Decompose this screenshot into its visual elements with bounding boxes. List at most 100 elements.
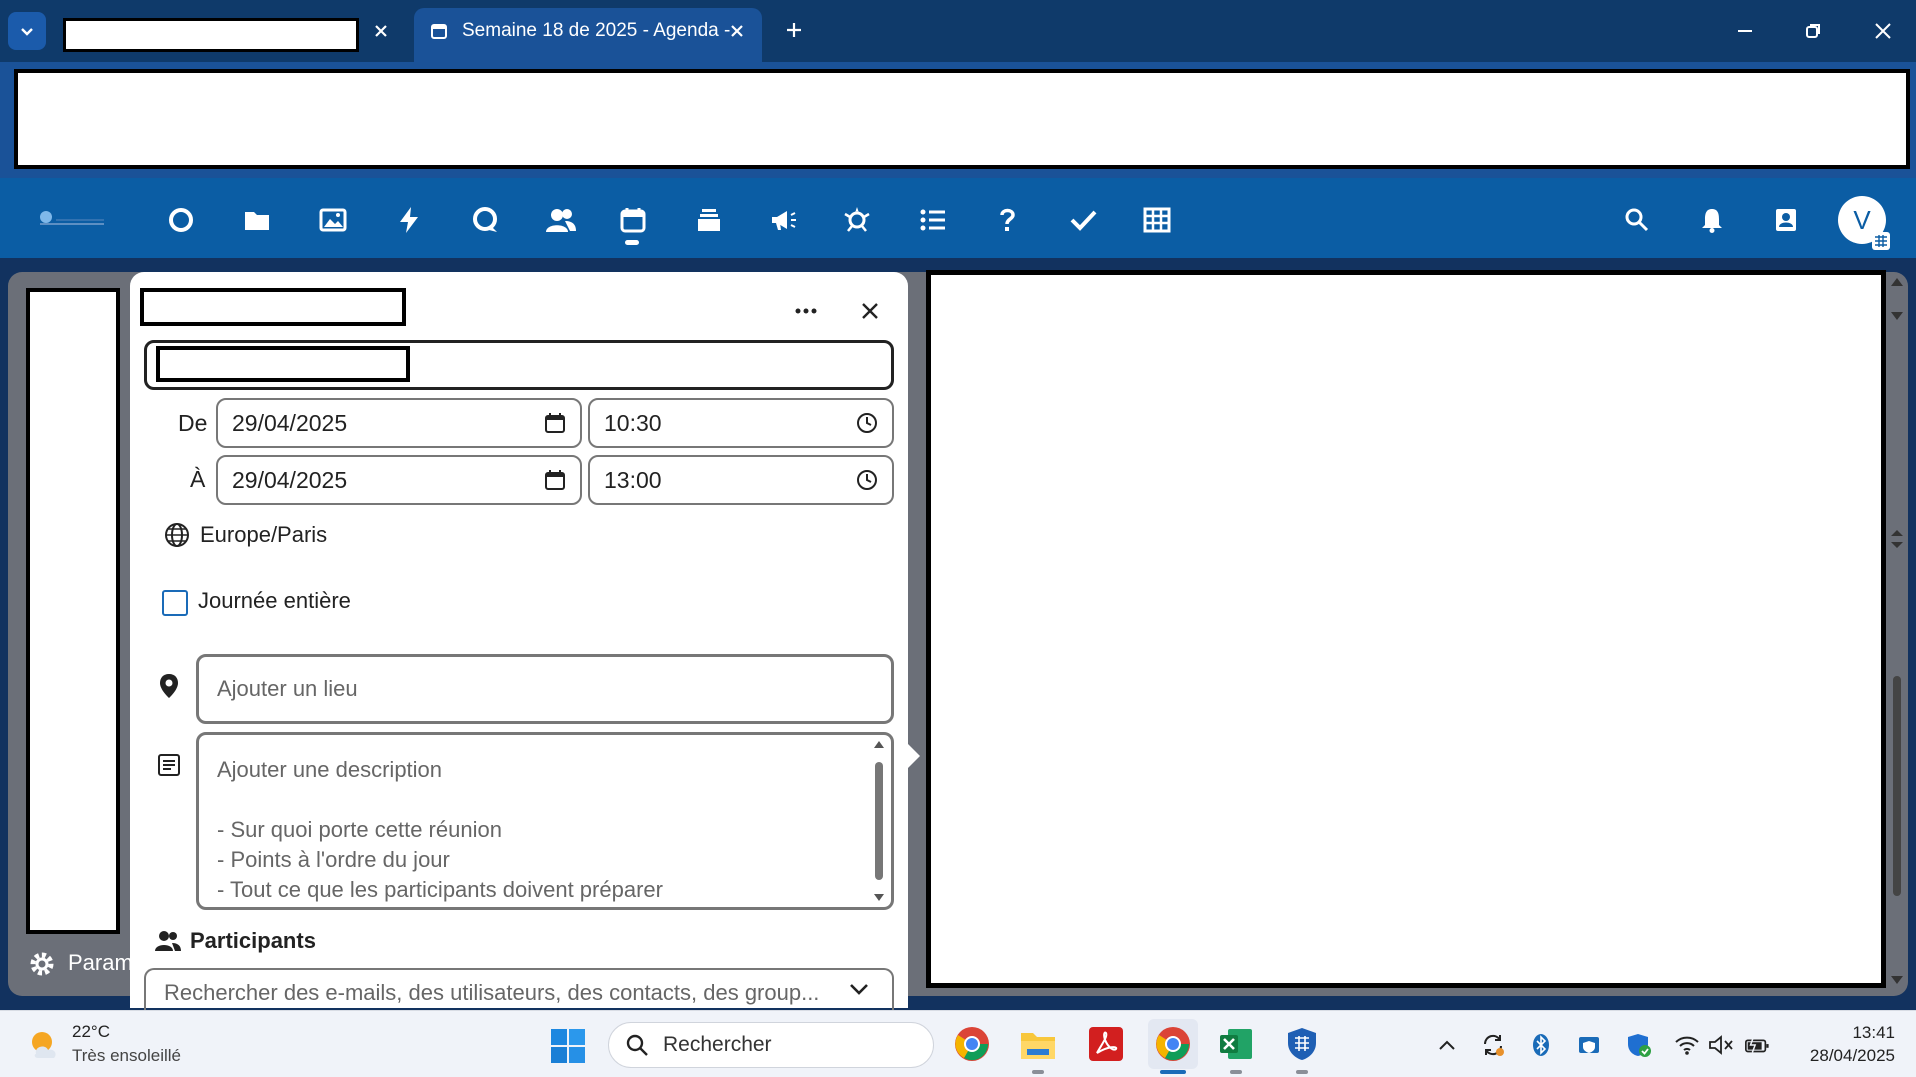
- volume-muted-icon[interactable]: [1708, 1032, 1734, 1058]
- file-explorer-icon[interactable]: [1016, 1022, 1060, 1066]
- nextcloud-logo[interactable]: [20, 200, 110, 240]
- location-input[interactable]: Ajouter un lieu: [196, 654, 894, 724]
- address-bar-redacted[interactable]: [14, 69, 1910, 169]
- vpn-shield-icon[interactable]: [1576, 1032, 1602, 1058]
- wifi-icon[interactable]: [1674, 1032, 1700, 1058]
- weather-description[interactable]: Très ensoleillé: [72, 1046, 181, 1066]
- to-label: À: [190, 466, 206, 492]
- ellipsis-icon: [795, 308, 817, 314]
- description-line: - Tout ce que les participants doivent p…: [217, 877, 663, 902]
- description-icon: [156, 752, 182, 778]
- defender-shield-icon[interactable]: [1626, 1032, 1652, 1058]
- navigation-redacted: [26, 288, 120, 934]
- location-pin-icon: [158, 672, 180, 700]
- settings-label[interactable]: Param: [68, 950, 133, 976]
- clock-time[interactable]: 13:41: [1845, 1023, 1895, 1043]
- dashboard-icon[interactable]: [161, 200, 201, 240]
- windows-start-button[interactable]: [550, 1028, 586, 1064]
- contacts-icon[interactable]: [541, 200, 581, 240]
- help-icon[interactable]: [987, 200, 1027, 240]
- clock-icon[interactable]: [856, 412, 878, 434]
- running-indicator: [1296, 1070, 1308, 1074]
- description-textarea[interactable]: Ajouter une description - Sur quoi porte…: [196, 732, 894, 910]
- from-time-input[interactable]: 10:30: [588, 398, 894, 448]
- acrobat-icon[interactable]: [1084, 1022, 1128, 1066]
- description-line: - Sur quoi porte cette réunion: [217, 817, 502, 842]
- files-icon[interactable]: [237, 200, 277, 240]
- people-icon: [154, 930, 182, 952]
- window-close-button[interactable]: [1866, 14, 1900, 48]
- tab-title: Semaine 18 de 2025 - Agenda -: [462, 20, 731, 41]
- excel-icon[interactable]: [1214, 1022, 1258, 1066]
- deck-icon[interactable]: [689, 200, 729, 240]
- close-icon: [862, 303, 878, 319]
- to-time-input[interactable]: 13:00: [588, 455, 894, 505]
- taskbar-search[interactable]: Rechercher: [608, 1022, 934, 1068]
- status-badge: [1872, 232, 1890, 250]
- clock-date[interactable]: 28/04/2025: [1795, 1046, 1895, 1066]
- bluetooth-icon[interactable]: [1528, 1032, 1554, 1058]
- announcements-icon[interactable]: [763, 200, 803, 240]
- calendar-picker-icon[interactable]: [544, 469, 566, 491]
- talk-icon[interactable]: [465, 200, 505, 240]
- restore-button[interactable]: [1796, 14, 1830, 48]
- from-date-value: 29/04/2025: [232, 409, 348, 436]
- tab-search-button[interactable]: [8, 12, 46, 50]
- battery-charging-icon[interactable]: [1744, 1032, 1770, 1058]
- timezone-selector[interactable]: Europe/Paris: [164, 522, 327, 548]
- chevron-up-icon[interactable]: [1434, 1032, 1460, 1058]
- active-indicator: [1160, 1070, 1186, 1074]
- clock-icon[interactable]: [856, 469, 878, 491]
- scrollbar[interactable]: [1888, 276, 1906, 988]
- all-day-checkbox[interactable]: [162, 590, 188, 616]
- plus-icon: [787, 23, 801, 37]
- chevron-down-icon: [21, 28, 33, 36]
- photos-icon[interactable]: [313, 200, 353, 240]
- minimize-icon: [1738, 30, 1752, 32]
- tab-redacted[interactable]: [63, 18, 359, 52]
- sync-icon[interactable]: [1480, 1032, 1506, 1058]
- tab-close-button[interactable]: [368, 18, 394, 44]
- calendar-picker-icon[interactable]: [544, 412, 566, 434]
- from-label: De: [178, 410, 208, 436]
- running-indicator: [1230, 1070, 1242, 1074]
- weather-sun-icon[interactable]: [26, 1026, 62, 1062]
- weather-temperature[interactable]: 22°C: [72, 1022, 110, 1042]
- spreadsheet-icon[interactable]: [1137, 200, 1177, 240]
- close-modal-button[interactable]: [850, 294, 890, 328]
- new-tab-button[interactable]: [780, 16, 808, 44]
- gear-icon[interactable]: [28, 950, 56, 978]
- close-icon: [1875, 23, 1891, 39]
- description-line: Ajouter une description: [217, 757, 443, 782]
- chrome-app-active-icon[interactable]: [1148, 1019, 1198, 1069]
- calendar-grid-redacted: [926, 270, 1886, 988]
- chrome-app-icon[interactable]: [950, 1022, 994, 1066]
- tab-close-button[interactable]: [724, 18, 750, 44]
- notifications-bell-icon[interactable]: [1692, 200, 1732, 240]
- close-icon: [375, 25, 387, 37]
- spreed-icon[interactable]: [837, 200, 877, 240]
- active-app-indicator: [625, 240, 639, 245]
- description-line: - Points à l'ordre du jour: [217, 847, 450, 872]
- chevron-down-icon[interactable]: [848, 982, 870, 996]
- calendar-icon[interactable]: [613, 200, 653, 240]
- search-icon: [626, 1034, 648, 1056]
- minimize-button[interactable]: [1728, 14, 1762, 48]
- activity-icon[interactable]: [389, 200, 429, 240]
- description-scrollbar[interactable]: [872, 738, 886, 904]
- contacts-menu-icon[interactable]: [1766, 200, 1806, 240]
- security-app-icon[interactable]: [1280, 1022, 1324, 1066]
- to-date-input[interactable]: 29/04/2025: [216, 455, 582, 505]
- restore-icon: [1806, 24, 1820, 38]
- checkmark-icon[interactable]: [1063, 200, 1103, 240]
- event-title-redacted: [156, 346, 410, 382]
- from-time-value: 10:30: [604, 409, 662, 436]
- calendar-selector-redacted[interactable]: [140, 288, 406, 326]
- search-icon[interactable]: [1617, 200, 1657, 240]
- more-actions-button[interactable]: [786, 296, 826, 326]
- all-day-label[interactable]: Journée entière: [198, 588, 351, 614]
- from-date-input[interactable]: 29/04/2025: [216, 398, 582, 448]
- running-indicator: [1032, 1070, 1044, 1074]
- to-date-value: 29/04/2025: [232, 466, 348, 493]
- tasks-list-icon[interactable]: [913, 200, 953, 240]
